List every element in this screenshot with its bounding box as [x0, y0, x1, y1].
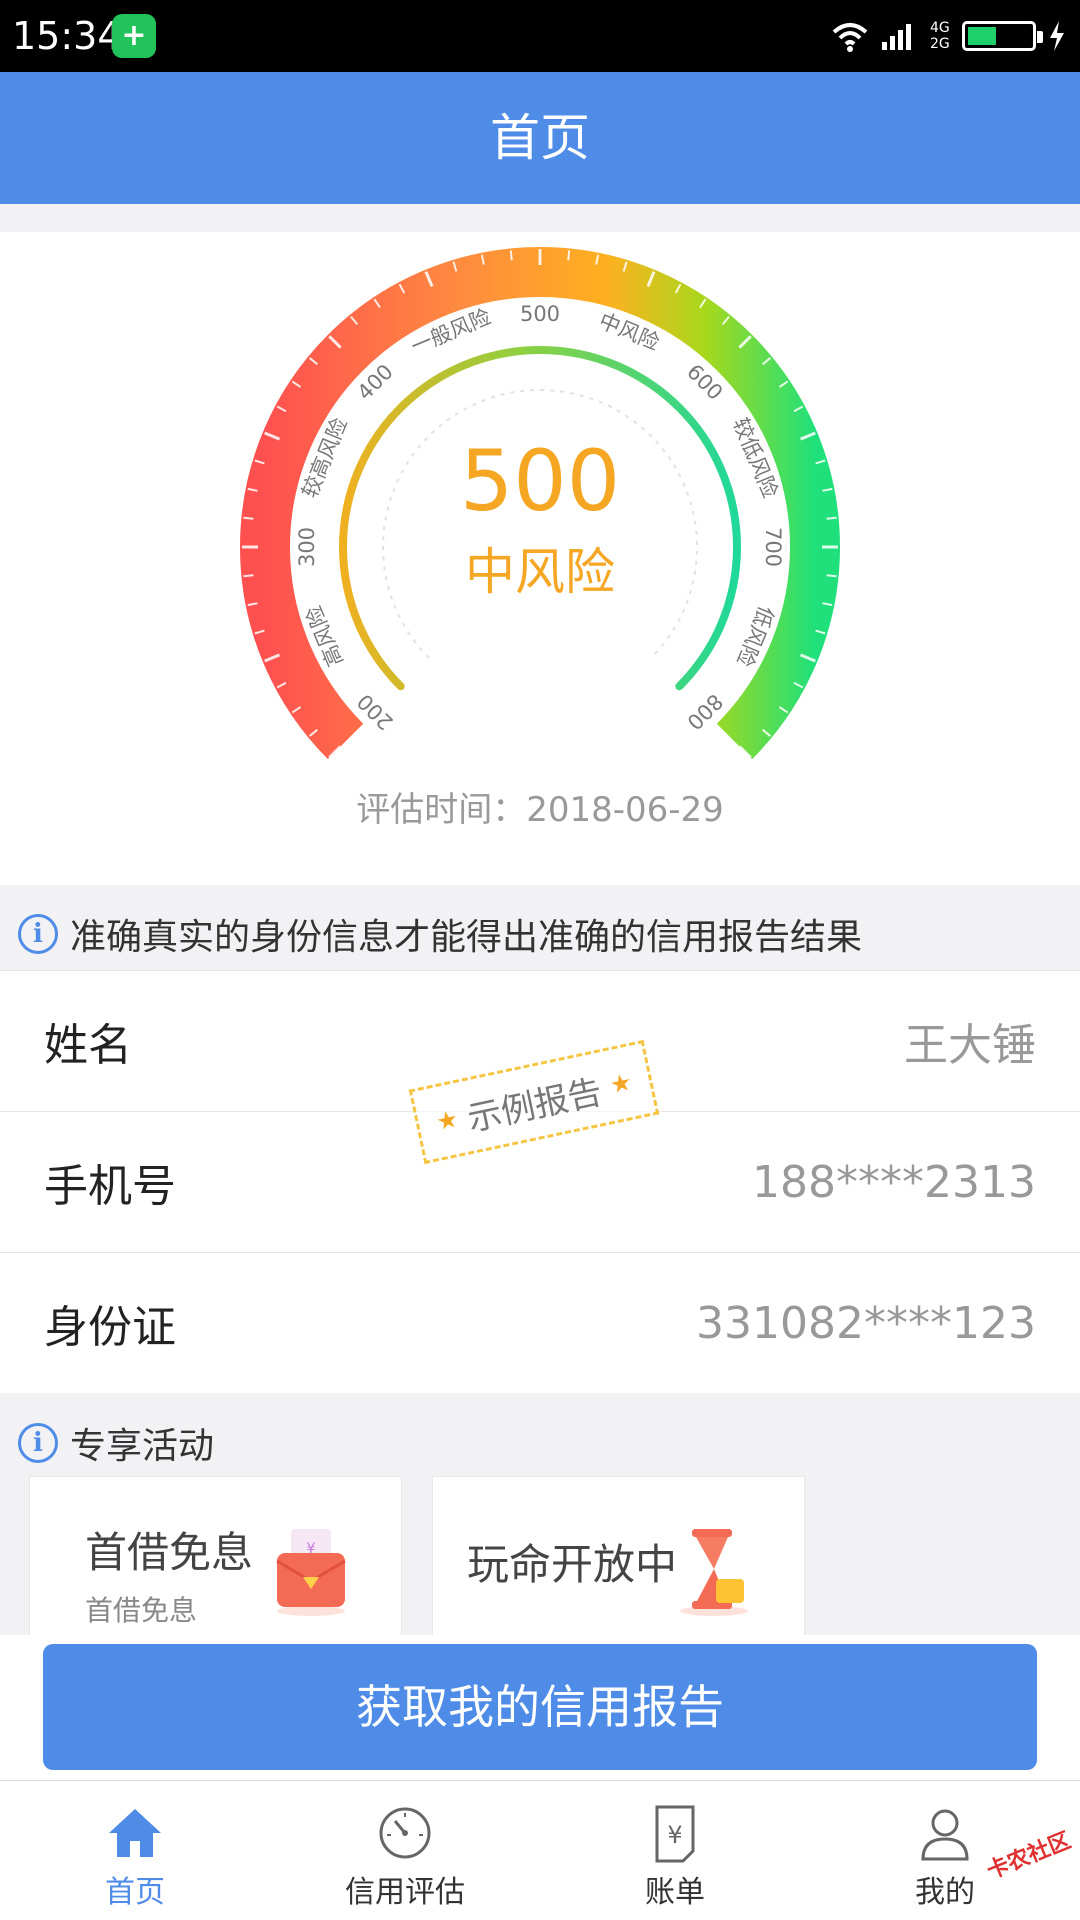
- tab-credit-evaluation[interactable]: 信用评估: [270, 1781, 540, 1920]
- tab-label: 信用评估: [345, 1875, 465, 1910]
- home-icon: [109, 1809, 161, 1857]
- gauge-tick: [826, 574, 837, 578]
- app-notification-icon: +: [112, 14, 156, 58]
- promo-card-open-now[interactable]: 玩命开放中: [432, 1476, 805, 1636]
- credit-score-value: 500: [459, 432, 621, 530]
- wifi-icon: [832, 23, 868, 52]
- user-icon: [921, 1809, 969, 1861]
- risk-level: 中风险: [465, 543, 615, 601]
- charging-icon: [1050, 21, 1064, 51]
- notice-text: 准确真实的身份信息才能得出准确的信用报告结果: [70, 917, 863, 958]
- red-envelope-icon: ¥: [276, 1529, 346, 1616]
- tab-label: 账单: [645, 1875, 705, 1910]
- svg-text:¥: ¥: [667, 1821, 682, 1849]
- status-indicators: 4G 2G: [830, 12, 1066, 60]
- phone-value: 188****2313: [752, 1156, 1036, 1208]
- phone-label: 手机号: [44, 1161, 176, 1212]
- stamp-text: 示例报告: [464, 1071, 606, 1140]
- network-type-bottom: 2G: [930, 36, 950, 52]
- network-type-top: 4G: [930, 20, 950, 36]
- tab-bill[interactable]: ¥ 账单: [540, 1781, 810, 1920]
- battery-cap: [1037, 31, 1043, 43]
- tab-label: 首页: [105, 1875, 165, 1910]
- hourglass-icon: [680, 1529, 748, 1616]
- gauge-tick: [567, 250, 571, 261]
- signal-icon: [882, 24, 911, 50]
- activities-title: 专享活动: [70, 1426, 215, 1467]
- activities-header: i 专享活动: [0, 1413, 1080, 1473]
- name-value: 王大锤: [904, 1020, 1036, 1071]
- gauge-tick: [826, 516, 837, 520]
- promo-card-interest-free[interactable]: 首借免息 首借免息 ¥: [29, 1476, 402, 1636]
- info-icon: i: [18, 1423, 58, 1463]
- promo-title: 玩命开放中: [467, 1540, 678, 1589]
- tab-label: 我的: [915, 1875, 975, 1910]
- star-icon: ★: [433, 1104, 461, 1137]
- profile-row-id-card: 身份证 331082****123: [0, 1252, 1080, 1393]
- gauge-tick: [243, 574, 254, 578]
- promo-title: 首借免息: [85, 1528, 254, 1577]
- tab-home[interactable]: 首页: [0, 1781, 270, 1920]
- status-bar: 15:34 + 4G 2G: [0, 0, 1080, 72]
- promo-subtitle: 首借免息: [85, 1594, 198, 1627]
- gauge-icon: [379, 1807, 431, 1859]
- bill-icon: ¥: [655, 1805, 695, 1863]
- gauge-scale-label: 200: [353, 689, 398, 734]
- gauge-scale-label: 300: [295, 527, 319, 567]
- evaluation-time: 评估时间：2018-06-29: [356, 790, 724, 830]
- page-title: 首页: [0, 72, 1080, 204]
- battery-level: [968, 27, 996, 45]
- gauge-scale-label: 500: [520, 302, 560, 326]
- name-label: 姓名: [44, 1020, 132, 1071]
- gauge-tick: [243, 516, 254, 520]
- network-type: 4G 2G: [930, 20, 950, 52]
- status-time: 15:34: [12, 14, 122, 58]
- gauge-scale-label: 700: [761, 527, 785, 567]
- get-credit-report-button[interactable]: 获取我的信用报告: [43, 1644, 1037, 1770]
- id-card-label: 身份证: [44, 1302, 176, 1353]
- credit-score-gauge: 200 高风险 300 较高风险 400 一般风险 500 中风险 600 较低风险 700 低风险 8…: [0, 232, 1080, 885]
- info-icon: i: [18, 914, 58, 954]
- id-card-value: 331082****123: [696, 1297, 1036, 1349]
- identity-notice: i 准确真实的身份信息才能得出准确的信用报告结果: [0, 900, 1080, 968]
- star-icon: ★: [607, 1067, 635, 1100]
- cta-container: 获取我的信用报告: [0, 1635, 1080, 1780]
- bottom-tab-bar: 首页 信用评估 ¥ 账单 我的: [0, 1780, 1080, 1920]
- battery-icon: [962, 21, 1043, 51]
- profile-info-list: 姓名 王大锤 手机号 188****2313 身份证 331082****123: [0, 970, 1080, 1393]
- gauge-tick: [509, 250, 513, 261]
